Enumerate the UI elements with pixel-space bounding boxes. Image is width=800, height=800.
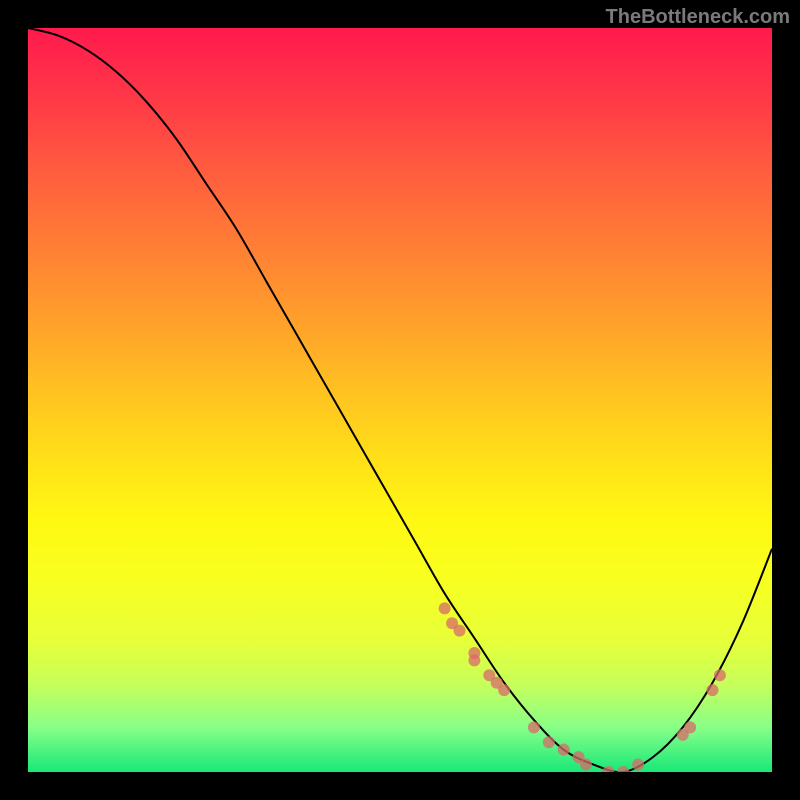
data-point [714, 669, 726, 681]
data-point [528, 721, 540, 733]
data-point [602, 766, 614, 772]
chart-svg [28, 28, 772, 772]
data-point [454, 625, 466, 637]
bottleneck-curve-path [28, 28, 772, 772]
data-point [684, 721, 696, 733]
data-point [580, 759, 592, 771]
data-point [468, 654, 480, 666]
plot-area [28, 28, 772, 772]
data-point [617, 766, 629, 772]
data-point [706, 684, 718, 696]
data-point [439, 602, 451, 614]
data-point [498, 684, 510, 696]
data-point [632, 759, 644, 771]
data-point [543, 736, 555, 748]
data-point [558, 744, 570, 756]
scatter-group [439, 602, 726, 772]
watermark-text: TheBottleneck.com [606, 6, 790, 29]
